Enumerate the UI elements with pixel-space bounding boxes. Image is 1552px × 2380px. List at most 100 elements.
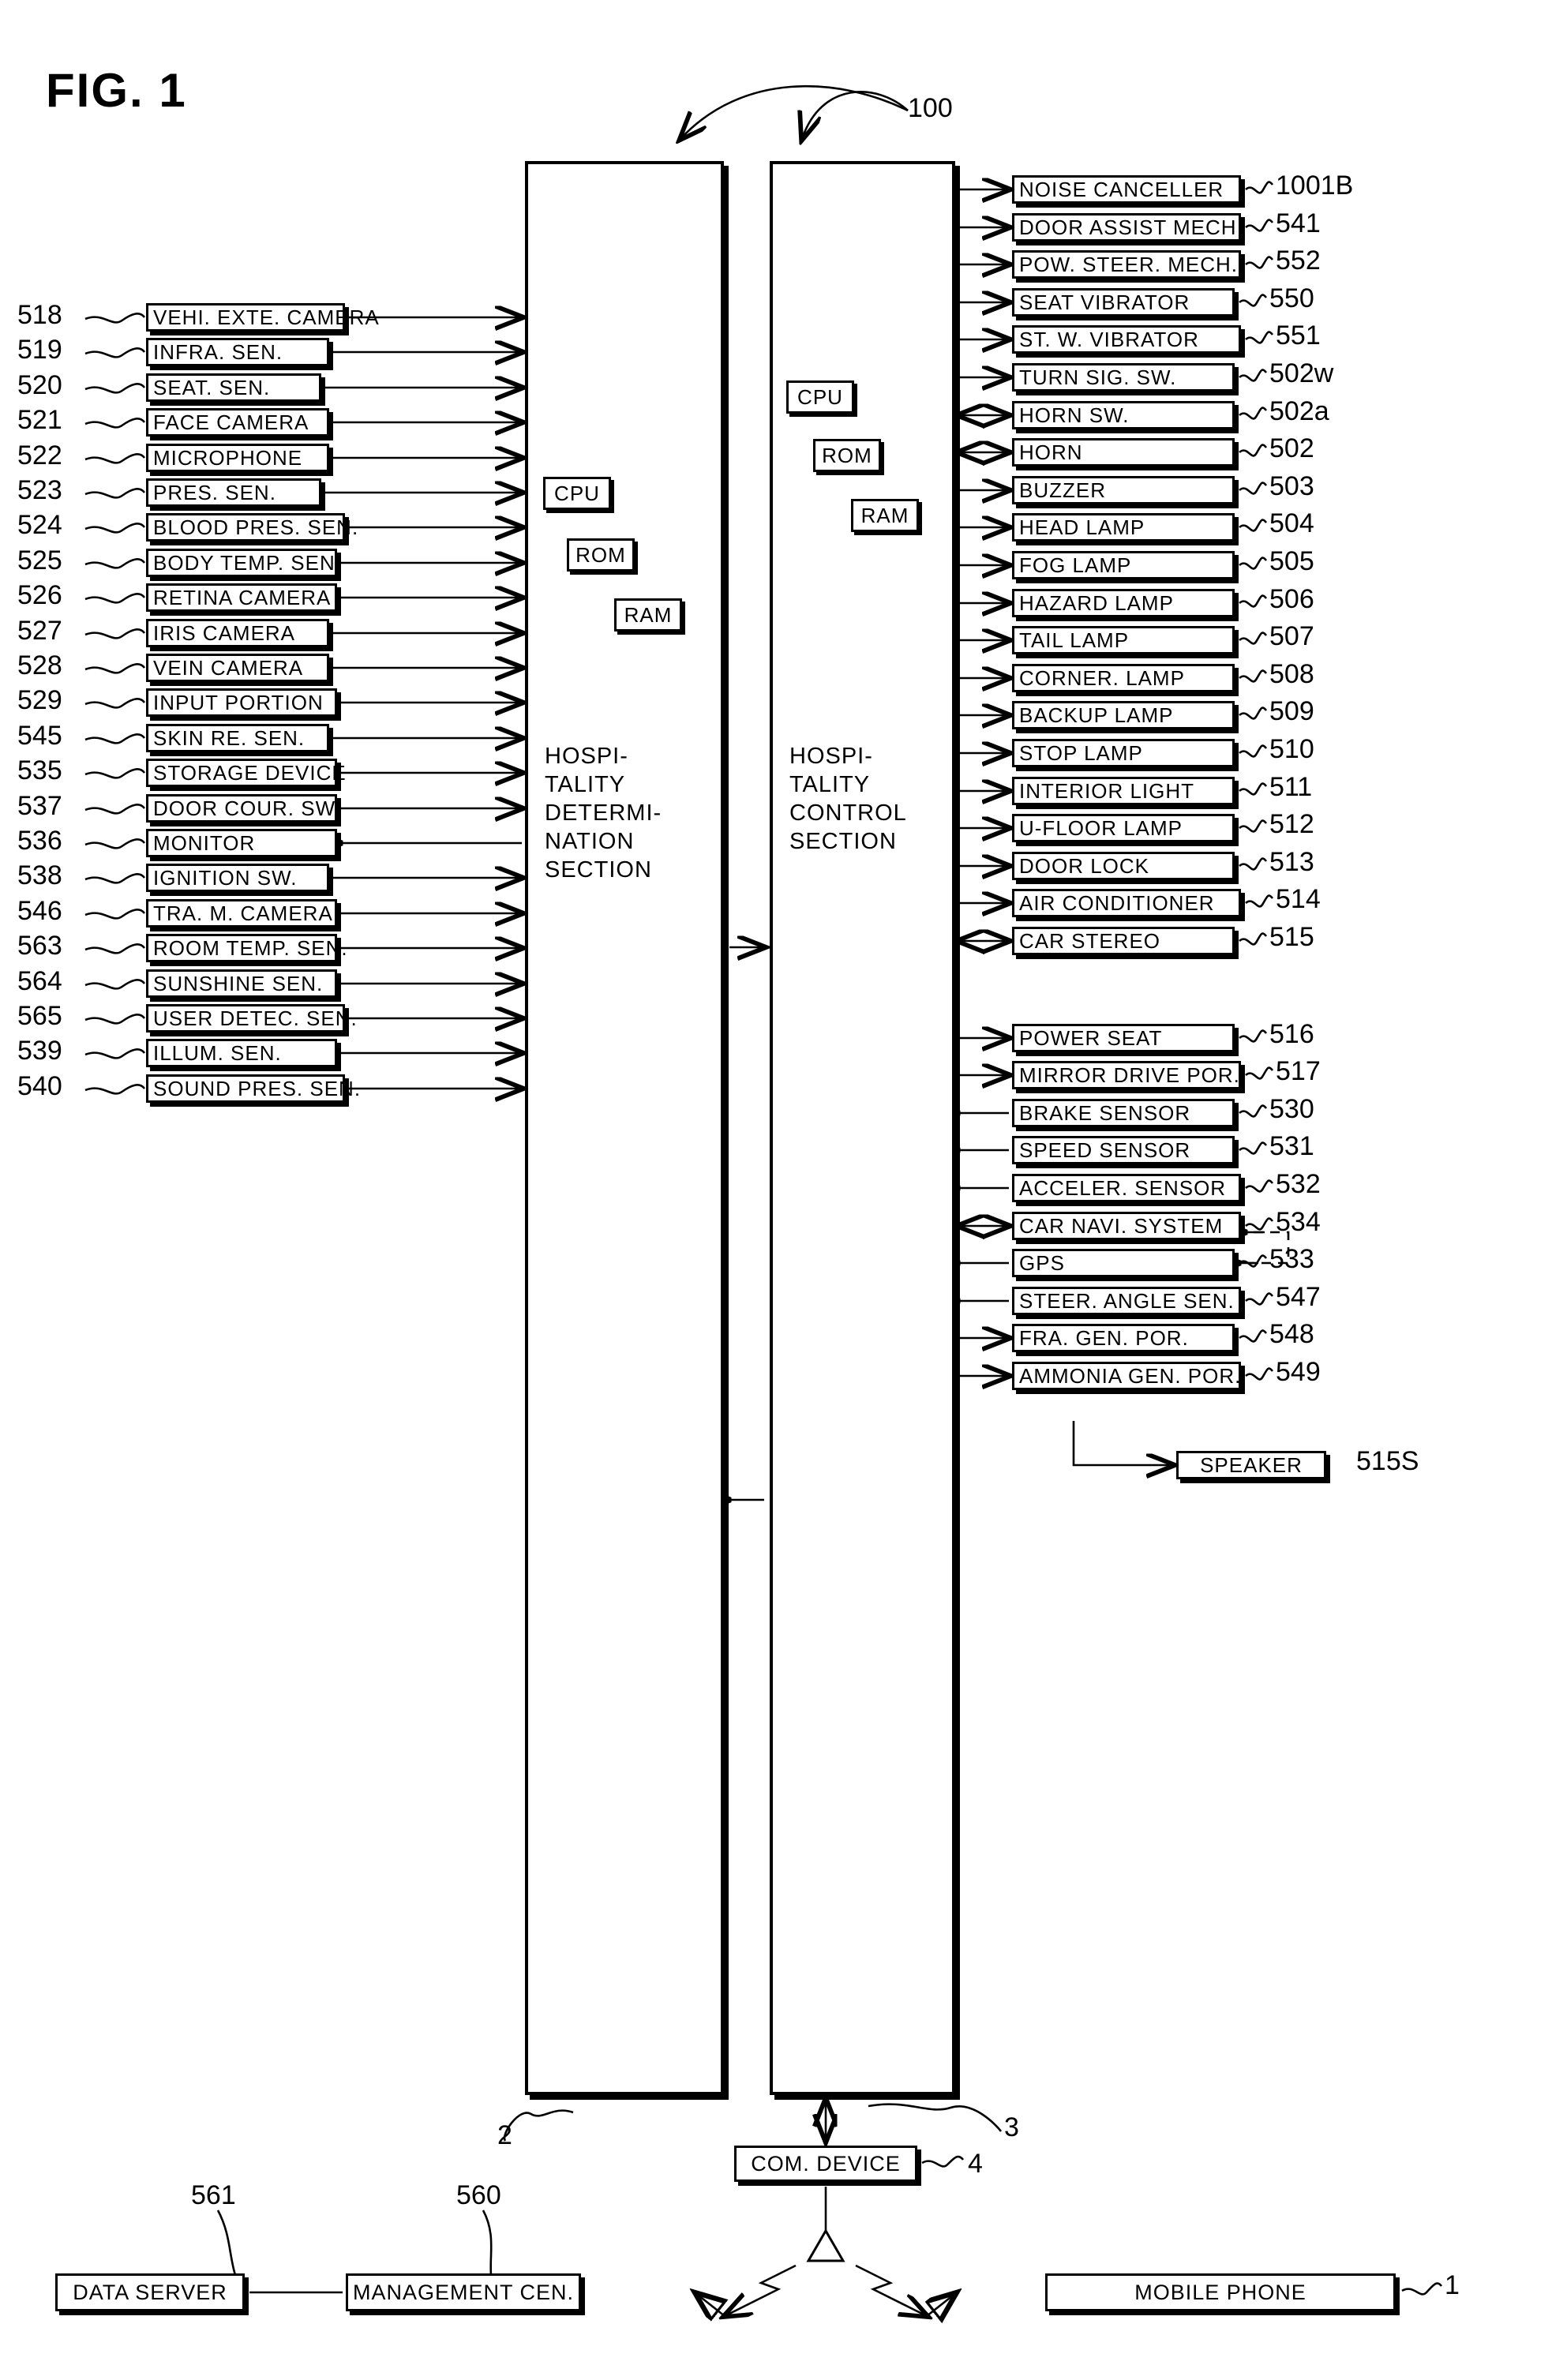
sensor-label: PRES. SEN.	[153, 480, 276, 504]
actuator-box-515[interactable]: CAR STEREO	[1012, 927, 1235, 955]
sensor-label: MONITOR	[153, 830, 256, 855]
actuator-box-534[interactable]: CAR NAVI. SYSTEM	[1012, 1212, 1241, 1240]
sensor-box-563[interactable]: ROOM TEMP. SEN.	[146, 934, 347, 962]
sensor-label: ILLUM. SEN.	[153, 1040, 282, 1065]
sensor-box-529[interactable]: INPUT PORTION	[146, 688, 337, 717]
actuator-ref-547: 547	[1276, 1282, 1321, 1312]
actuator-box-510[interactable]: STOP LAMP	[1012, 739, 1235, 767]
sensor-box-520[interactable]: SEAT. SEN.	[146, 373, 321, 402]
actuator-ref-541: 541	[1276, 208, 1321, 238]
actuator-ref-502w: 502w	[1269, 358, 1334, 388]
actuator-box-502a[interactable]: HORN SW.	[1012, 401, 1235, 429]
actuator-box-550[interactable]: SEAT VIBRATOR	[1012, 288, 1235, 317]
actuator-ref-1001B: 1001B	[1276, 171, 1354, 201]
sensor-ref-522: 522	[17, 440, 62, 470]
actuator-box-504[interactable]: HEAD LAMP	[1012, 513, 1235, 542]
sensor-ref-545: 545	[17, 721, 62, 751]
actuator-box-506[interactable]: HAZARD LAMP	[1012, 589, 1235, 617]
sensor-ref-539: 539	[17, 1036, 62, 1066]
control-ram-chip: RAM	[851, 499, 919, 532]
sensor-box-525[interactable]: BODY TEMP. SEN.	[146, 549, 341, 577]
actuator-box-531[interactable]: SPEED SENSOR	[1012, 1136, 1235, 1164]
sensor-box-546[interactable]: TRA. M. CAMERA	[146, 899, 337, 928]
sensor-box-536[interactable]: MONITOR	[146, 829, 337, 857]
actuator-box-541[interactable]: DOOR ASSIST MECH.	[1012, 213, 1243, 242]
management-center-box[interactable]: MANAGEMENT CEN.	[346, 2273, 581, 2311]
actuator-label: FOG LAMP	[1019, 553, 1132, 577]
system-ref-100: 100	[908, 93, 953, 123]
sensor-label: IGNITION SW.	[153, 865, 298, 890]
sensor-box-521[interactable]: FACE CAMERA	[146, 408, 329, 437]
actuator-ref-549: 549	[1276, 1357, 1321, 1387]
actuator-label: BUZZER	[1019, 478, 1106, 502]
sensor-label: ROOM TEMP. SEN.	[153, 935, 348, 960]
sensor-box-540[interactable]: SOUND PRES. SEN.	[146, 1074, 360, 1103]
actuator-box-505[interactable]: FOG LAMP	[1012, 551, 1235, 579]
sensor-ref-529: 529	[17, 685, 62, 715]
actuator-box-548[interactable]: FRA. GEN. POR.	[1012, 1324, 1235, 1352]
actuator-box-533[interactable]: GPS	[1012, 1249, 1235, 1277]
sensor-box-522[interactable]: MICROPHONE	[146, 444, 329, 472]
actuator-box-517[interactable]: MIRROR DRIVE POR.	[1012, 1061, 1241, 1089]
actuator-label: MIRROR DRIVE POR.	[1019, 1063, 1240, 1087]
sensor-box-524[interactable]: BLOOD PRES. SEN.	[146, 513, 358, 542]
actuator-box-511[interactable]: INTERIOR LIGHT	[1012, 777, 1235, 805]
sensor-box-564[interactable]: SUNSHINE SEN.	[146, 969, 337, 998]
sensor-ref-565: 565	[17, 1001, 62, 1031]
speaker-box[interactable]: SPEAKER	[1176, 1451, 1326, 1479]
actuator-ref-506: 506	[1269, 584, 1314, 614]
actuator-ref-507: 507	[1269, 621, 1314, 651]
actuator-box-547[interactable]: STEER. ANGLE SEN.	[1012, 1287, 1241, 1315]
actuator-ref-502a: 502a	[1269, 396, 1329, 426]
sensor-label: SUNSHINE SEN.	[153, 971, 324, 995]
sensor-box-523[interactable]: PRES. SEN.	[146, 478, 321, 507]
sensor-label: SEAT. SEN.	[153, 375, 271, 399]
sensor-box-545[interactable]: SKIN RE. SEN.	[146, 724, 329, 752]
sensor-label: SOUND PRES. SEN.	[153, 1076, 362, 1100]
actuator-box-552[interactable]: POW. STEER. MECH.	[1012, 250, 1241, 279]
sensor-box-565[interactable]: USER DETEC. SEN.	[146, 1004, 357, 1033]
mobile-phone-ref: 1	[1445, 2270, 1460, 2300]
actuator-box-508[interactable]: CORNER. LAMP	[1012, 664, 1235, 692]
actuator-label: FRA. GEN. POR.	[1019, 1325, 1189, 1350]
sensor-box-518[interactable]: VEHI. EXTE. CAMERA	[146, 303, 379, 332]
actuator-box-507[interactable]: TAIL LAMP	[1012, 626, 1235, 654]
sensor-box-535[interactable]: STORAGE DEVICE	[146, 759, 346, 787]
actuator-box-502w[interactable]: TURN SIG. SW.	[1012, 363, 1235, 392]
sensor-label: DOOR COUR. SW.	[153, 796, 341, 820]
sensor-box-526[interactable]: RETINA CAMERA	[146, 583, 337, 612]
actuator-box-514[interactable]: AIR CONDITIONER	[1012, 889, 1241, 917]
actuator-box-516[interactable]: POWER SEAT	[1012, 1024, 1235, 1052]
sensor-box-527[interactable]: IRIS CAMERA	[146, 619, 329, 647]
actuator-box-551[interactable]: ST. W. VIBRATOR	[1012, 325, 1241, 354]
actuator-box-530[interactable]: BRAKE SENSOR	[1012, 1099, 1235, 1127]
sensor-ref-524: 524	[17, 510, 62, 540]
sensor-box-539[interactable]: ILLUM. SEN.	[146, 1039, 337, 1067]
actuator-ref-510: 510	[1269, 734, 1314, 764]
data-server-box[interactable]: DATA SERVER	[55, 2273, 245, 2311]
sensor-box-519[interactable]: INFRA. SEN.	[146, 338, 329, 366]
sensor-box-537[interactable]: DOOR COUR. SW.	[146, 794, 340, 823]
management-center-ref: 560	[456, 2180, 501, 2210]
actuator-ref-508: 508	[1269, 659, 1314, 689]
actuator-ref-533: 533	[1269, 1244, 1314, 1274]
actuator-box-532[interactable]: ACCELER. SENSOR	[1012, 1174, 1241, 1202]
sensor-ref-537: 537	[17, 791, 62, 821]
com-device-box[interactable]: COM. DEVICE	[734, 2146, 917, 2182]
actuator-box-509[interactable]: BACKUP LAMP	[1012, 701, 1235, 729]
sensor-label: IRIS CAMERA	[153, 620, 296, 645]
sensor-box-538[interactable]: IGNITION SW.	[146, 864, 329, 892]
actuator-box-502[interactable]: HORN	[1012, 438, 1235, 467]
actuator-box-549[interactable]: AMMONIA GEN. POR.	[1012, 1362, 1241, 1390]
mobile-phone-box[interactable]: MOBILE PHONE	[1045, 2273, 1396, 2311]
actuator-box-512[interactable]: U-FLOOR LAMP	[1012, 814, 1235, 842]
actuator-ref-511: 511	[1269, 772, 1313, 802]
determination-cpu-chip: CPU	[543, 477, 611, 510]
sensor-box-528[interactable]: VEIN CAMERA	[146, 654, 329, 682]
actuator-label: POWER SEAT	[1019, 1025, 1163, 1050]
actuator-box-513[interactable]: DOOR LOCK	[1012, 852, 1235, 880]
com-device-ref: 4	[968, 2149, 983, 2179]
actuator-box-1001B[interactable]: NOISE CANCELLER	[1012, 175, 1241, 204]
actuator-box-503[interactable]: BUZZER	[1012, 476, 1235, 504]
actuator-ref-502: 502	[1269, 433, 1314, 463]
